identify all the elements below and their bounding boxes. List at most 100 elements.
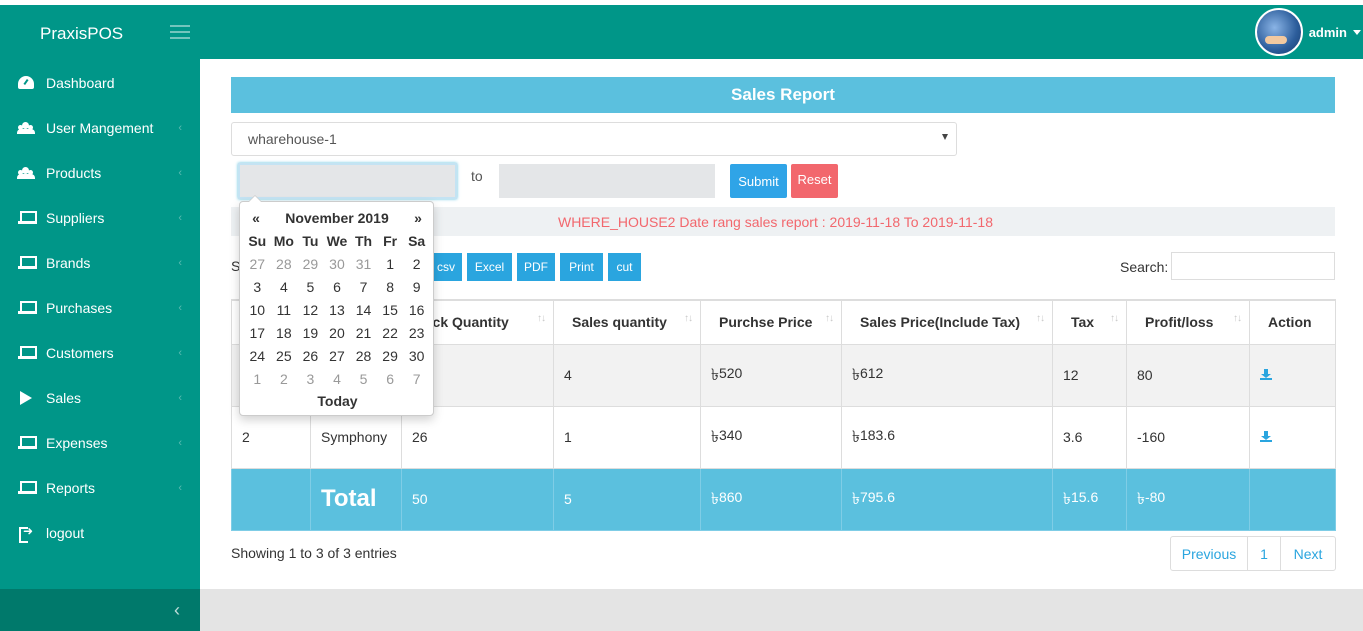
sidebar-item-brands[interactable]: Brands ‹ xyxy=(0,240,200,285)
datepicker-day[interactable]: 5 xyxy=(297,276,324,299)
datepicker-day[interactable]: 6 xyxy=(324,276,351,299)
brand-name[interactable]: PraxisPOS xyxy=(40,24,123,44)
datepicker-day[interactable]: 3 xyxy=(297,368,324,391)
datepicker-day[interactable]: 28 xyxy=(271,253,298,276)
avatar[interactable] xyxy=(1254,8,1303,56)
datepicker-day[interactable]: 27 xyxy=(244,253,271,276)
menu-toggle-icon[interactable] xyxy=(170,25,190,39)
datepicker-day[interactable]: 19 xyxy=(297,322,324,345)
page-1-button[interactable]: 1 xyxy=(1248,537,1281,570)
datepicker-day[interactable]: 15 xyxy=(377,299,404,322)
datepicker-day[interactable]: 26 xyxy=(297,345,324,368)
datepicker-day[interactable]: 20 xyxy=(324,322,351,345)
datepicker-day[interactable]: 2 xyxy=(271,368,298,391)
datepicker-day[interactable]: 9 xyxy=(403,276,430,299)
next-page-button[interactable]: Next xyxy=(1281,537,1335,570)
laptop-icon xyxy=(17,481,37,495)
datepicker-day[interactable]: 4 xyxy=(324,368,351,391)
export-print-button[interactable]: Print xyxy=(560,253,603,281)
sidebar-item-dashboard[interactable]: Dashboard xyxy=(0,60,200,105)
sidebar-item-user-mangement[interactable]: User Mangement ‹ xyxy=(0,105,200,150)
datepicker-day[interactable]: 8 xyxy=(377,276,404,299)
datepicker-day[interactable]: 12 xyxy=(297,299,324,322)
datepicker-day[interactable]: 16 xyxy=(403,299,430,322)
export-excel-button[interactable]: Excel xyxy=(467,253,512,281)
datepicker-month-title[interactable]: November 2019 xyxy=(285,210,389,226)
today-button[interactable]: Today xyxy=(240,393,435,409)
cell-action xyxy=(1249,467,1336,531)
prev-month-button[interactable]: « xyxy=(244,210,268,226)
download-icon[interactable] xyxy=(1260,431,1272,442)
export-csv-button[interactable]: csv xyxy=(430,253,462,281)
next-month-button[interactable]: » xyxy=(406,210,430,226)
datepicker-day[interactable]: 28 xyxy=(350,345,377,368)
date-from-input[interactable] xyxy=(238,163,457,199)
reset-button[interactable]: Reset xyxy=(791,164,838,198)
search-input[interactable] xyxy=(1171,252,1335,280)
date-to-input[interactable] xyxy=(499,164,715,198)
username[interactable]: admin xyxy=(1309,25,1347,40)
datepicker-day[interactable]: 30 xyxy=(403,345,430,368)
datepicker-day[interactable]: 5 xyxy=(350,368,377,391)
export-pdf-button[interactable]: PDF xyxy=(517,253,555,281)
datepicker-day[interactable]: 7 xyxy=(350,276,377,299)
sidebar-item-expenses[interactable]: Expenses ‹ xyxy=(0,420,200,465)
dashboard-icon xyxy=(17,76,35,90)
chevron-left-icon[interactable]: ‹ xyxy=(174,600,180,621)
datepicker-day[interactable]: 22 xyxy=(377,322,404,345)
column-header-purchase-price[interactable]: Purchse Price ↑↓ xyxy=(700,299,842,345)
taka-icon: ৳ xyxy=(1063,490,1071,508)
datepicker-day[interactable]: 6 xyxy=(377,368,404,391)
submit-button[interactable]: Submit xyxy=(730,164,787,198)
download-icon[interactable] xyxy=(1260,369,1272,380)
user-menu[interactable]: admin xyxy=(1254,5,1363,59)
sidebar-item-sales[interactable]: Sales ‹ xyxy=(0,375,200,420)
chevron-left-icon: ‹ xyxy=(178,211,182,224)
column-header-tax[interactable]: Tax ↑↓ xyxy=(1052,299,1127,345)
datepicker-day[interactable]: 7 xyxy=(403,368,430,391)
sidebar-collapse-button[interactable]: ‹ xyxy=(0,589,200,631)
datepicker-day[interactable]: 23 xyxy=(403,322,430,345)
warehouse-select[interactable]: wharehouse-1 xyxy=(231,122,957,156)
datepicker-day[interactable]: 29 xyxy=(377,345,404,368)
datepicker-day[interactable]: 18 xyxy=(271,322,298,345)
datepicker-day[interactable]: 11 xyxy=(271,299,298,322)
datepicker-day[interactable]: 17 xyxy=(244,322,271,345)
laptop-icon xyxy=(17,346,37,360)
datepicker-day[interactable]: 3 xyxy=(244,276,271,299)
datepicker-day[interactable]: 1 xyxy=(244,368,271,391)
datepicker-day[interactable]: 10 xyxy=(244,299,271,322)
datepicker-day[interactable]: 14 xyxy=(350,299,377,322)
users-icon xyxy=(17,166,35,180)
datepicker-day[interactable]: 25 xyxy=(271,345,298,368)
datepicker-day[interactable]: 31 xyxy=(350,253,377,276)
datepicker-day[interactable]: 2 xyxy=(403,253,430,276)
sidebar-item-logout[interactable]: logout xyxy=(0,510,200,555)
datepicker-day[interactable]: 27 xyxy=(324,345,351,368)
column-header-sales-price[interactable]: Sales Price(Include Tax) ↑↓ xyxy=(841,299,1053,345)
datepicker-day[interactable]: 21 xyxy=(350,322,377,345)
datepicker-day[interactable]: 4 xyxy=(271,276,298,299)
datepicker-day[interactable]: 30 xyxy=(324,253,351,276)
total-purchase-price: ৳860 xyxy=(700,467,842,531)
laptop-icon xyxy=(17,436,37,450)
sidebar-item-customers[interactable]: Customers ‹ xyxy=(0,330,200,375)
column-header-profit-loss[interactable]: Profit/loss ↑↓ xyxy=(1126,299,1250,345)
chevron-left-icon: ‹ xyxy=(178,256,182,269)
sidebar-item-reports[interactable]: Reports ‹ xyxy=(0,465,200,510)
logout-icon xyxy=(17,524,35,543)
datepicker-day[interactable]: 13 xyxy=(324,299,351,322)
cell-no xyxy=(231,467,311,531)
sidebar-item-purchases[interactable]: Purchases ‹ xyxy=(0,285,200,330)
sidebar-item-suppliers[interactable]: Suppliers ‹ xyxy=(0,195,200,240)
datepicker-day[interactable]: 24 xyxy=(244,345,271,368)
caret-down-icon[interactable] xyxy=(1353,29,1361,35)
export-cut-button[interactable]: cut xyxy=(608,253,641,281)
column-header-sales-quantity[interactable]: Sales quantity ↑↓ xyxy=(553,299,701,345)
chevron-left-icon: ‹ xyxy=(178,121,182,134)
datepicker-day[interactable]: 29 xyxy=(297,253,324,276)
sidebar-item-products[interactable]: Products ‹ xyxy=(0,150,200,195)
previous-page-button[interactable]: Previous xyxy=(1171,537,1248,570)
search-label: Search: xyxy=(1120,259,1169,275)
datepicker-day[interactable]: 1 xyxy=(377,253,404,276)
